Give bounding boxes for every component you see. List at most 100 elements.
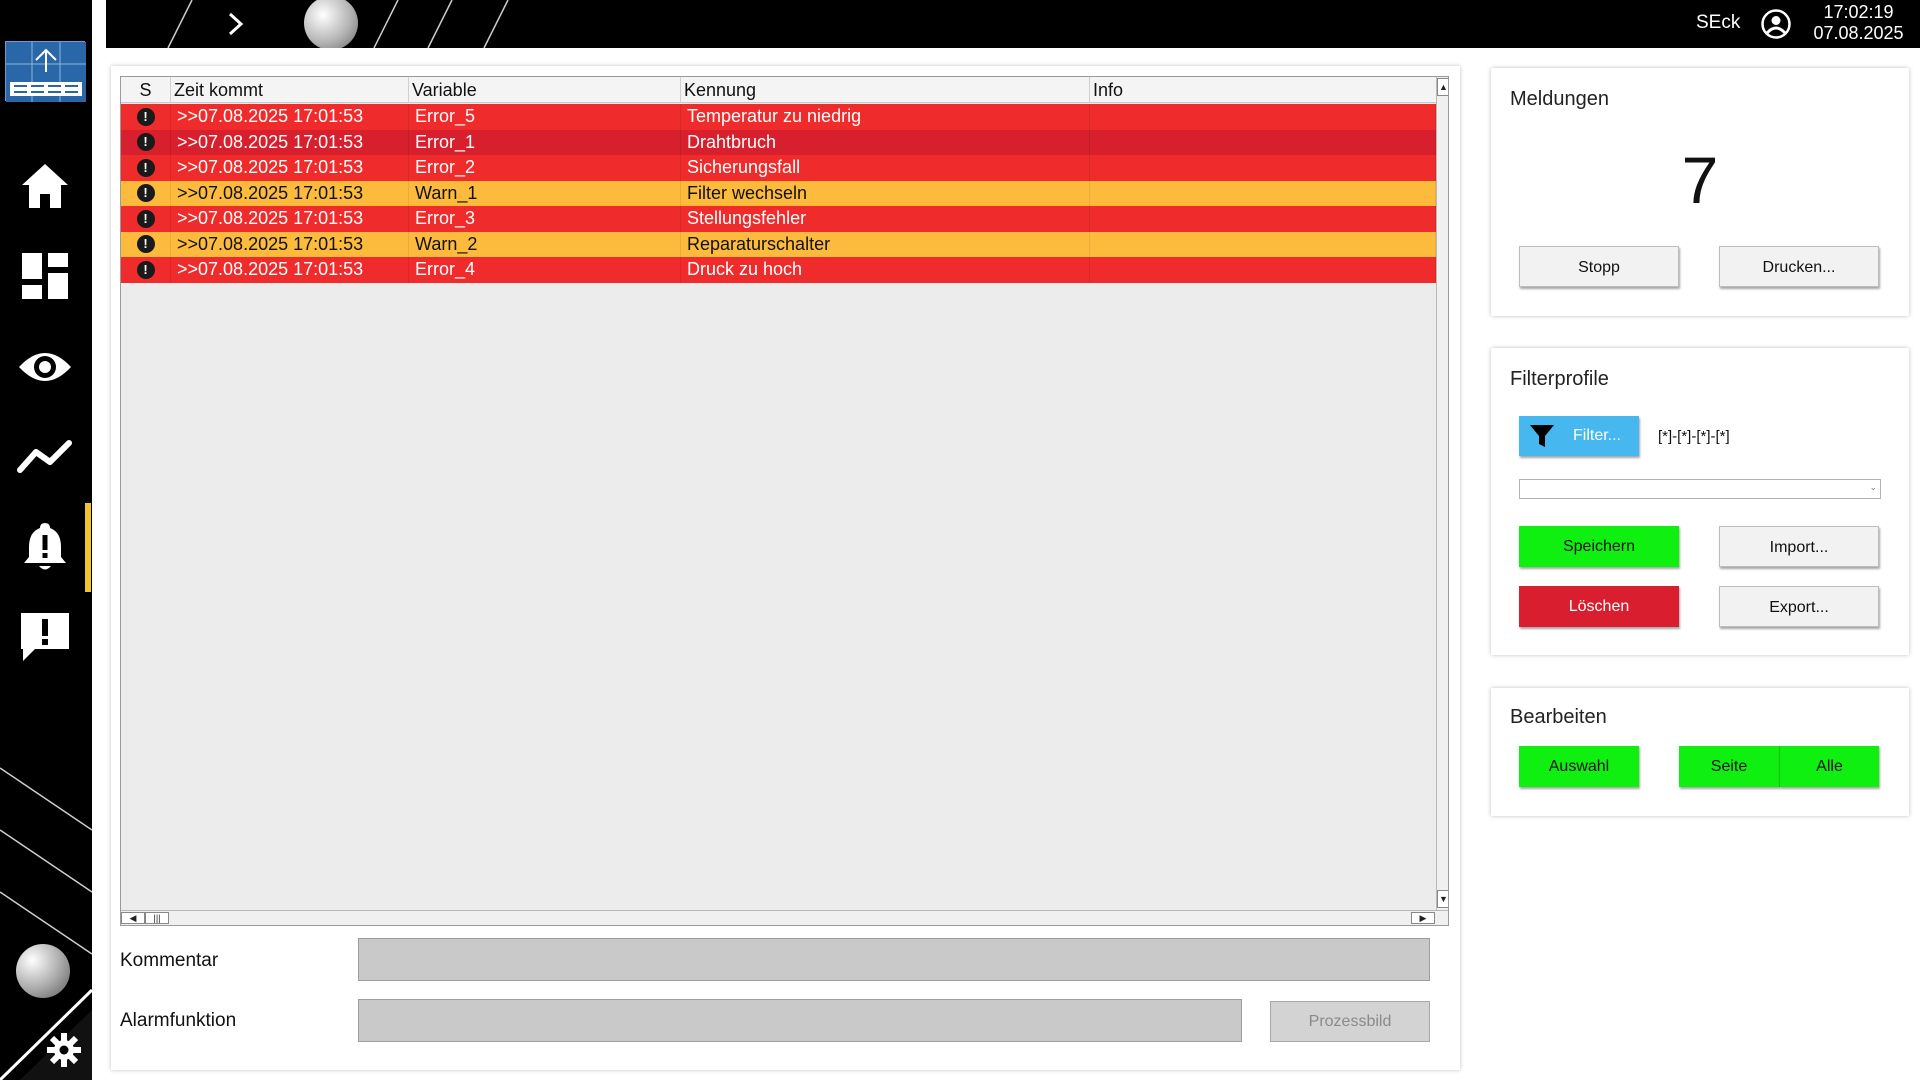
alert-severity-icon: ! (136, 209, 155, 228)
column-header-zeit-kommt[interactable]: Zeit kommt (171, 77, 409, 103)
alarmfunktion-field[interactable] (358, 999, 1242, 1042)
cell-kennung: Filter wechseln (681, 180, 1090, 206)
cell-variable: Error_2 (409, 155, 681, 181)
cell-info (1090, 180, 1436, 206)
cell-zeit-kommt: >>07.08.2025 17:01:53 (171, 129, 409, 155)
cell-kennung: Sicherungsfall (681, 155, 1090, 181)
dashboard-icon[interactable] (14, 245, 76, 307)
funnel-icon (1530, 425, 1554, 447)
column-header-variable[interactable]: Variable (409, 77, 681, 103)
filter-profile-select[interactable]: ⌄ (1519, 479, 1881, 499)
export-button[interactable]: Export... (1719, 586, 1879, 627)
severity-icon-cell: ! (121, 155, 171, 181)
bell-icon[interactable] (14, 516, 76, 578)
scroll-thumb[interactable]: ||| (145, 912, 169, 924)
table-header: S Zeit kommt Variable Kennung Info (121, 77, 1436, 103)
eye-icon[interactable] (14, 336, 76, 398)
select-selection-button[interactable]: Auswahl (1519, 746, 1639, 787)
kommentar-field[interactable] (358, 938, 1430, 981)
cell-zeit-kommt: >>07.08.2025 17:01:53 (171, 180, 409, 206)
cell-variable: Error_5 (409, 104, 681, 130)
stop-button[interactable]: Stopp (1519, 246, 1679, 287)
table-row[interactable]: ! >>07.08.2025 17:01:53 Error_5 Temperatur … (121, 104, 1436, 130)
print-button[interactable]: Drucken... (1719, 246, 1879, 287)
trend-icon[interactable] (14, 425, 76, 487)
delete-button[interactable]: Löschen (1519, 586, 1679, 627)
severity-icon-cell: ! (121, 104, 171, 130)
table-row[interactable]: ! >>07.08.2025 17:01:53 Error_1 Drahtbruch (121, 129, 1436, 155)
clock: 17:02:19 07.08.2025 (1806, 2, 1911, 44)
alert-severity-icon: ! (136, 260, 155, 279)
user-name[interactable]: SEck (1696, 12, 1740, 34)
cell-zeit-kommt: >>07.08.2025 17:01:53 (171, 104, 409, 130)
bearbeiten-title: Bearbeiten (1510, 706, 1607, 728)
alert-severity-icon: ! (136, 235, 155, 254)
zeus-logo (5, 41, 86, 102)
vertical-scrollbar[interactable]: ▲ ▼ (1436, 77, 1448, 910)
cell-zeit-kommt: >>07.08.2025 17:01:53 (171, 257, 409, 283)
gear-icon[interactable] (44, 1030, 84, 1070)
cell-info (1090, 129, 1436, 155)
cell-info (1090, 206, 1436, 232)
table-row[interactable]: ! >>07.08.2025 17:01:53 Warn_1 Filter wechs… (121, 180, 1436, 206)
cell-variable: Error_1 (409, 129, 681, 155)
select-page-button[interactable]: Seite (1679, 746, 1779, 787)
status-ball-icon (16, 944, 70, 998)
cell-zeit-kommt: >>07.08.2025 17:01:53 (171, 231, 409, 257)
table-row[interactable]: ! >>07.08.2025 17:01:53 Warn_2 Reparatursch… (121, 231, 1436, 257)
table-row[interactable]: ! >>07.08.2025 17:01:53 Error_3 Stellungsfe… (121, 206, 1436, 232)
column-header-status[interactable]: S (121, 77, 171, 103)
scroll-up-icon[interactable]: ▲ (1437, 78, 1448, 96)
column-header-info[interactable]: Info (1090, 77, 1436, 103)
alarmfunktion-label: Alarmfunktion (120, 1010, 237, 1031)
filterprofile-title: Filterprofile (1510, 368, 1609, 390)
alert-severity-icon: ! (136, 158, 155, 177)
cell-info (1090, 231, 1436, 257)
severity-icon-cell: ! (121, 257, 171, 283)
prozessbild-button[interactable]: Prozessbild (1270, 1001, 1430, 1042)
cell-info (1090, 155, 1436, 181)
kommentar-label: Kommentar (120, 950, 219, 971)
filter-expression: [*]-[*]-[*]-[*] (1658, 428, 1730, 445)
filter-button-label: Filter... (1572, 427, 1621, 444)
cell-kennung: Drahtbruch (681, 129, 1090, 155)
message-count: 7 (1681, 143, 1719, 217)
severity-icon-cell: ! (121, 129, 171, 155)
clock-time: 17:02:19 (1823, 2, 1894, 22)
cell-kennung: Temperatur zu niedrig (681, 104, 1090, 130)
severity-icon-cell: ! (121, 180, 171, 206)
filterprofile-panel: Filterprofile Filter... [*]-[*]-[*]-[*] … (1491, 348, 1909, 655)
home-icon[interactable] (14, 155, 76, 217)
cell-variable: Error_3 (409, 206, 681, 232)
alarm-table[interactable]: S Zeit kommt Variable Kennung Info ! >>07… (120, 76, 1449, 926)
table-row[interactable]: ! >>07.08.2025 17:01:53 Error_2 Sicherungsf… (121, 155, 1436, 181)
import-button[interactable]: Import... (1719, 526, 1879, 567)
chevron-right-icon[interactable] (218, 8, 254, 40)
table-row[interactable]: ! >>07.08.2025 17:01:53 Error_4 Druck zu ho… (121, 257, 1436, 283)
meldungen-title: Meldungen (1510, 88, 1609, 110)
sidebar (0, 0, 92, 1080)
horizontal-scrollbar[interactable]: ◀ ||| ▶ (121, 910, 1448, 925)
cell-zeit-kommt: >>07.08.2025 17:01:53 (171, 155, 409, 181)
user-account-icon[interactable] (1760, 8, 1792, 40)
severity-icon-cell: ! (121, 231, 171, 257)
meldungen-panel: Meldungen 7 Stopp Drucken... (1491, 68, 1909, 316)
cell-info (1090, 257, 1436, 283)
message-alert-icon[interactable] (14, 606, 76, 668)
scroll-down-icon[interactable]: ▼ (1437, 890, 1448, 908)
scroll-left-icon[interactable]: ◀ (121, 912, 145, 924)
cell-kennung: Reparaturschalter (681, 231, 1090, 257)
bearbeiten-panel: Bearbeiten Auswahl Seite Alle (1491, 688, 1909, 816)
save-button[interactable]: Speichern (1519, 526, 1679, 567)
status-ball-icon (304, 0, 358, 48)
filter-button[interactable]: Filter... (1519, 416, 1639, 456)
cell-zeit-kommt: >>07.08.2025 17:01:53 (171, 206, 409, 232)
select-all-button[interactable]: Alle (1779, 746, 1879, 787)
scroll-right-icon[interactable]: ▶ (1411, 912, 1435, 924)
cell-info (1090, 104, 1436, 130)
cell-kennung: Stellungsfehler (681, 206, 1090, 232)
column-header-kennung[interactable]: Kennung (681, 77, 1090, 103)
cell-variable: Warn_2 (409, 231, 681, 257)
cell-variable: Warn_1 (409, 180, 681, 206)
alert-severity-icon: ! (136, 184, 155, 203)
